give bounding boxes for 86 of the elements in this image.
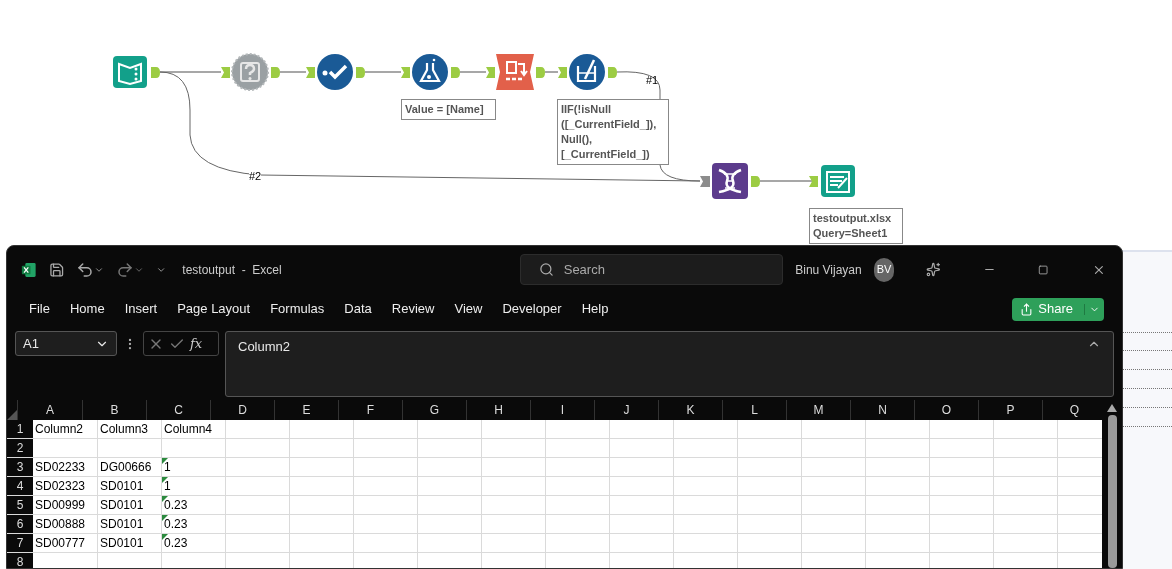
undo-icon[interactable] — [76, 260, 104, 279]
connection-anchor[interactable] — [809, 176, 818, 187]
column-header[interactable]: P — [979, 400, 1043, 420]
column-header[interactable]: I — [531, 400, 595, 420]
annotation-box: Value = [Name] — [401, 99, 496, 120]
column-header[interactable]: F — [339, 400, 403, 420]
menu-tab[interactable]: File — [19, 295, 60, 323]
user-name: Binu Vijayan — [795, 261, 862, 279]
cell-text: SD00777 — [35, 536, 86, 550]
user-avatar[interactable]: BV — [873, 257, 895, 282]
cell-text: SD0101 — [100, 536, 144, 550]
cell-text: Column3 — [100, 422, 149, 436]
cell-text: SD0101 — [100, 517, 144, 531]
column-header[interactable]: L — [723, 400, 787, 420]
sparkle-icon[interactable] — [926, 261, 941, 278]
menu-tab[interactable]: Help — [571, 295, 619, 323]
cell-text: SD0101 — [100, 479, 144, 493]
share-icon — [1020, 302, 1034, 316]
column-header[interactable]: C — [147, 400, 211, 420]
search-field[interactable]: Search — [519, 254, 784, 285]
cell-text: SD00888 — [35, 517, 86, 531]
cell-text: SD0101 — [100, 498, 144, 512]
cell-text: Column2 — [35, 422, 84, 436]
row-header[interactable]: 4 — [7, 477, 33, 495]
menu-tab[interactable]: Home — [59, 295, 115, 323]
cell-text: SD02233 — [35, 460, 86, 474]
error-indicator[interactable] — [162, 496, 168, 502]
menu-tab[interactable]: Page Layout — [167, 295, 261, 323]
menu-tab[interactable]: View — [444, 295, 493, 323]
maximize-icon[interactable] — [1037, 263, 1049, 276]
cell-text: 0.23 — [164, 517, 188, 531]
cell-text: Column4 — [164, 422, 213, 436]
menu-tab[interactable]: Formulas — [260, 295, 335, 323]
checkmark-circle-icon[interactable] — [316, 53, 354, 91]
menu-tab[interactable]: Insert — [114, 295, 168, 323]
column-header[interactable]: B — [83, 400, 147, 420]
connection-label: #1 — [646, 73, 659, 88]
dna-icon[interactable] — [711, 162, 749, 200]
annotation-box: IIF(!isNull ([_CurrentField_]), Null(), [_CurrentField_]) — [557, 99, 669, 165]
cell-text: 1 — [164, 460, 171, 474]
column-header[interactable]: H — [467, 400, 531, 420]
cell-text: DG00666 — [100, 460, 152, 474]
book-icon[interactable] — [112, 54, 148, 90]
document-icon[interactable] — [820, 163, 856, 199]
column-header[interactable]: J — [595, 400, 659, 420]
menu-tab[interactable]: Developer — [492, 295, 572, 323]
row-header[interactable]: 8 — [7, 553, 33, 568]
excel-logo-icon — [21, 260, 37, 279]
name-box[interactable]: A1 — [15, 331, 117, 356]
transpose-icon[interactable] — [496, 54, 534, 90]
connector-line — [759, 180, 813, 182]
error-indicator[interactable] — [162, 458, 168, 464]
column-header[interactable]: N — [851, 400, 915, 420]
join-input-anchor[interactable] — [700, 176, 710, 187]
error-indicator[interactable] — [162, 534, 168, 540]
cell-text: SD02323 — [35, 479, 86, 493]
row-header[interactable]: 6 — [7, 515, 33, 533]
column-header[interactable]: D — [211, 400, 275, 420]
error-indicator[interactable] — [162, 515, 168, 521]
search-icon — [538, 262, 554, 277]
column-header[interactable]: K — [659, 400, 723, 420]
menu-tab[interactable]: Review — [381, 295, 445, 323]
scroll-up-icon[interactable] — [1107, 404, 1117, 412]
row-header[interactable]: 3 — [7, 458, 33, 476]
row-header[interactable]: 1 — [7, 420, 33, 438]
column-header[interactable]: O — [915, 400, 979, 420]
menu-tab[interactable]: Data — [334, 295, 382, 323]
column-header[interactable]: E — [275, 400, 339, 420]
insert-function-button[interactable]: fx — [190, 333, 203, 354]
row-header[interactable]: 2 — [7, 439, 33, 457]
column-header[interactable]: G — [403, 400, 467, 420]
cell-text: 0.23 — [164, 536, 188, 550]
question-badge-icon[interactable] — [231, 53, 269, 91]
cell-text: 0.23 — [164, 498, 188, 512]
redo-icon[interactable] — [116, 260, 144, 279]
error-indicator[interactable] — [162, 477, 168, 483]
row-header[interactable]: 7 — [7, 534, 33, 552]
annotation-box: testoutput.xlsx Query=Sheet1 — [809, 208, 903, 244]
window-title: testoutput - Excel — [182, 261, 282, 279]
row-header[interactable]: 5 — [7, 496, 33, 514]
beaker-icon[interactable] — [568, 53, 606, 91]
flask-icon[interactable] — [411, 53, 449, 91]
column-header[interactable]: M — [787, 400, 851, 420]
cell-text: 1 — [164, 479, 171, 493]
formula-bar[interactable]: Column2 — [225, 331, 1114, 397]
cell-text: SD00999 — [35, 498, 86, 512]
